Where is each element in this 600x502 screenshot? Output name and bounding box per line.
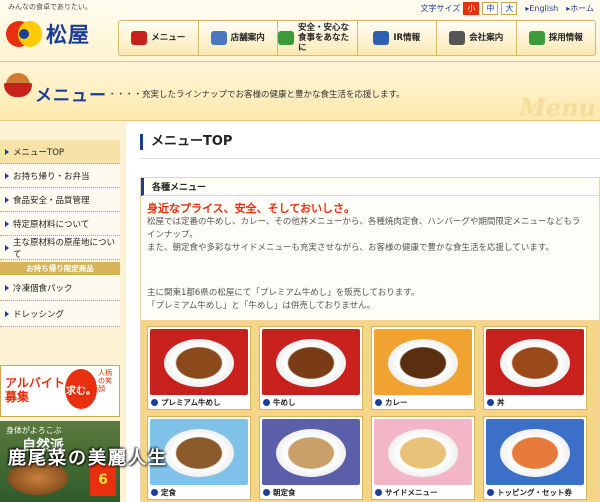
circle-arrow-icon [263,399,270,406]
nav-item-label: メニュー [151,33,186,43]
matsuya-logo[interactable]: 松屋 [6,16,90,52]
recruit-banner[interactable]: アルバイト 募集 求む。 人柄の笑顔 [0,365,120,417]
section-title: メニュー [35,86,107,106]
sidebar-item-4[interactable]: 主な原材料の原産地について [0,236,120,260]
notice-paragraph: 主に関東1都6県の松屋にて「プレミアム牛めし」を販売しております。 「プレミアム… [147,288,420,311]
arrow-right-icon [5,310,9,317]
arrow-right-icon [5,244,9,251]
arrow-right-icon [5,284,9,291]
menu-card-image [486,329,584,395]
nav-item-0[interactable]: メニュー [119,21,199,55]
menu-card-2[interactable]: カレー [371,326,475,410]
sidebar-item-label: 特定原材料について [13,219,90,230]
sidebar-item-label: メニューTOP [13,147,65,158]
menu-card-image [374,329,472,395]
sidebar-takeout-item-1[interactable]: ドレッシング [0,301,120,327]
circle-arrow-icon [487,399,494,406]
catch-copy: 身近なプライス、安全、そしておいしさ。 [147,202,356,215]
menu-card-caption: 牛めし [263,397,296,408]
menu-card-label: 丼 [497,398,505,407]
nav-item-label: 安全・安心な 食事をあなたに [298,23,350,53]
font-size-small-button[interactable]: 小 [463,2,480,15]
arrow-right-icon [5,148,9,155]
people-icon [528,31,545,45]
title-divider [140,158,600,159]
building-icon [449,31,466,45]
arrow-right-icon [5,196,9,203]
menu-card-0[interactable]: プレミアム牛めし [147,326,251,410]
menu-card-3[interactable]: 丼 [483,326,587,410]
sidebar-item-2[interactable]: 食品安全・品質管理 [0,188,120,212]
sidebar-item-label: 主な原材料の原産地について [13,237,116,260]
utility-bar: 文字サイズ 小 中 大 ▸English ▸ホーム [421,2,594,15]
menu-card-label: 牛めし [273,398,296,407]
sidebar: メニューTOP お持ち帰り・お弁当 食品安全・品質管理 特定原材料について主な原材料の… [0,140,120,327]
home-link[interactable]: ▸ホーム [566,3,594,14]
menu-box-heading: 各種メニュー [141,178,599,196]
chart-icon [373,31,390,45]
page-title: メニューTOP [140,134,232,150]
circle-arrow-icon [151,399,158,406]
menu-card-1[interactable]: 牛めし [259,326,363,410]
menu-card-label: カレー [385,398,408,407]
nav-item-label: 採用情報 [548,33,583,43]
recruit-badge: 求む。 [65,369,97,409]
nav-item-4[interactable]: 会社案内 [437,21,517,55]
leaf-icon [278,31,294,45]
menu-card-label: プレミアム牛めし [161,398,221,407]
menu-card-caption: 丼 [487,397,505,408]
arrow-right-icon [5,172,9,179]
section-title-band: メニュー ・・・・充実したラインナップでお客様の健康と豊かな食生活を応援します。… [0,63,600,122]
bowl-icon [4,73,32,99]
font-size-label: 文字サイズ [420,4,461,13]
photo-watermark: 鹿尾菜の美麗人生 [0,436,600,502]
nav-item-5[interactable]: 採用情報 [517,21,596,55]
recruit-banner-title: アルバイト 募集 [5,376,65,404]
sidebar-item-label: お持ち帰り・お弁当 [13,171,90,182]
section-watermark: Menu [519,93,596,122]
sidebar-item-label: 食品安全・品質管理 [13,195,90,206]
intro-paragraph: 松屋では定番の牛めし、カレー、その他丼メニューから、各種焼肉定食、ハンバーグや期… [147,217,581,253]
circle-arrow-icon [375,399,382,406]
section-description: ・・・・充実したラインナップでお客様の健康と豊かな食生活を応援します。 [108,90,405,100]
english-link[interactable]: ▸English [525,4,558,13]
menu-card-image [262,329,360,395]
nav-item-1[interactable]: 店舗案内 [199,21,278,55]
nav-item-label: 会社案内 [469,33,504,43]
sidebar-item-label: 冷凍個食パック [13,283,73,294]
menu-card-caption: カレー [375,397,408,408]
tagline: みんなの食卓でありたい。 [8,3,92,11]
sidebar-takeout-item-0[interactable]: 冷凍個食パック [0,275,120,301]
watermark-text: 鹿尾菜の美麗人生 [8,448,168,469]
logo-text: 松屋 [46,22,90,47]
global-nav: メニュー 店舗案内 安全・安心な 食事をあなたに IR情報 会社案内 採用情報 [118,20,596,56]
nav-item-label: 店舗案内 [230,33,265,43]
arrow-right-icon [5,220,9,227]
nav-item-2[interactable]: 安全・安心な 食事をあなたに [278,21,358,55]
sidebar-item-3[interactable]: 特定原材料について [0,212,120,236]
site-header: みんなの食卓でありたい。 松屋 文字サイズ 小 中 大 ▸English ▸ホー… [0,0,600,62]
sidebar-item-0[interactable]: メニューTOP [0,140,120,164]
nav-item-3[interactable]: IR情報 [358,21,437,55]
recruit-side-text: 人柄の笑顔 [98,369,112,393]
logo-mark-icon [6,16,42,52]
sidebar-item-label: ドレッシング [13,309,65,320]
menu-card-caption: プレミアム牛めし [151,397,220,408]
sidebar-item-1[interactable]: お持ち帰り・お弁当 [0,164,120,188]
menu-card-image [150,329,248,395]
font-size-large-button[interactable]: 大 [501,2,518,15]
store-icon [210,31,227,45]
nav-item-label: IR情報 [393,33,421,43]
takeout-section-heading: お持ち帰り限定商品 [0,262,120,275]
font-size-medium-button[interactable]: 中 [482,2,499,15]
bowl-icon [131,31,148,45]
